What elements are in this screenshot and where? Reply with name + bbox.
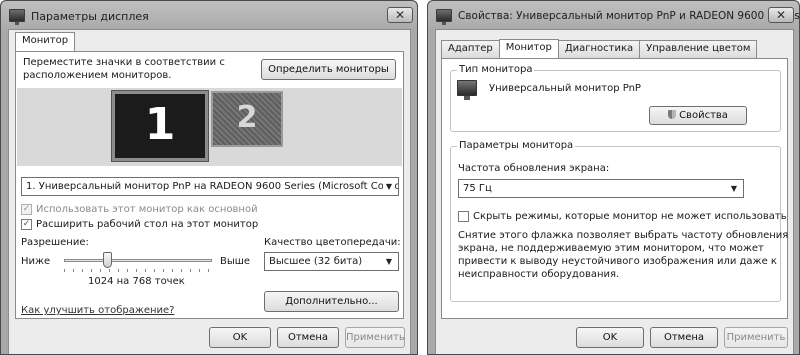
tab-strip: Монитор: [15, 32, 76, 51]
chevron-down-icon: ▼: [383, 178, 395, 195]
chevron-down-icon: ▼: [730, 184, 738, 193]
instructions-text-line1: Переместите значки в соответствии с: [23, 57, 225, 68]
cancel-button[interactable]: Отмена: [650, 327, 718, 348]
tab-color-management[interactable]: Управление цветом: [639, 40, 758, 58]
close-button[interactable]: ✕: [768, 7, 794, 23]
ok-button[interactable]: OK: [576, 327, 644, 348]
checkbox-primary-label: Использовать этот монитор как основной: [36, 204, 258, 215]
properties-button[interactable]: Свойства: [649, 106, 747, 125]
tab-monitor[interactable]: Монитор: [498, 39, 559, 58]
monitor-tab-page: Тип монитора Универсальный монитор PnP С…: [441, 58, 788, 319]
color-quality-label: Качество цветопередачи:: [264, 237, 401, 248]
window-client-area: Адаптер Монитор Диагностика Управление ц…: [435, 29, 794, 354]
display-settings-window: Параметры дисплея ✕ Монитор Переместите …: [0, 0, 418, 355]
monitor-icon: [457, 80, 477, 96]
slider-ticks: [64, 269, 212, 272]
monitor-select[interactable]: 1. Универсальный монитор PnP на RADEON 9…: [21, 177, 399, 196]
monitor-1-number: 1: [144, 99, 176, 150]
hide-modes-label: Скрыть режимы, которые монитор не может …: [473, 211, 787, 222]
ok-button[interactable]: OK: [209, 327, 271, 348]
identify-monitors-button[interactable]: Определить мониторы: [261, 59, 396, 80]
note-line-2: экрана, не поддерживаемую этим монитором…: [458, 243, 764, 254]
window-title: Параметры дисплея: [31, 10, 149, 23]
close-button[interactable]: ✕: [387, 7, 413, 23]
monitor-2-tile[interactable]: 2: [211, 91, 283, 147]
monitor-icon: [9, 9, 25, 25]
window-title: Свойства: Универсальный монитор PnP и RA…: [458, 10, 800, 22]
slider-thumb[interactable]: [103, 252, 112, 268]
refresh-rate-select[interactable]: 75 Гц ▼: [458, 179, 744, 198]
window-client-area: Монитор Переместите значки в соответстви…: [8, 29, 411, 354]
tab-adapter[interactable]: Адаптер: [441, 40, 500, 58]
title-bar[interactable]: Параметры дисплея ✕: [1, 1, 417, 31]
resolution-label: Разрешение:: [21, 237, 89, 248]
monitor-1-tile[interactable]: 1: [111, 90, 209, 162]
instructions-text-line2: расположением мониторов.: [23, 70, 172, 81]
monitor-stand-icon: [464, 96, 470, 100]
refresh-rate-label: Частота обновления экрана:: [458, 163, 610, 174]
refresh-rate-value: 75 Гц: [463, 183, 492, 194]
resolution-low-label: Ниже: [21, 256, 51, 267]
chevron-down-icon: ▼: [385, 257, 393, 266]
note-line-4: неисправности оборудования.: [458, 269, 620, 280]
slider-track: [64, 259, 212, 262]
monitor-settings-group-title: Параметры монитора: [457, 140, 576, 151]
cancel-button[interactable]: Отмена: [277, 327, 339, 348]
help-link[interactable]: Как улучшить отображение?: [21, 305, 175, 316]
checkbox-primary-monitor[interactable]: ✓: [21, 204, 32, 215]
apply-button[interactable]: Применить: [345, 327, 405, 348]
tab-monitor[interactable]: Монитор: [15, 32, 76, 51]
checkbox-hide-modes[interactable]: [458, 211, 469, 222]
color-quality-value: Высшее (32 бита): [269, 256, 363, 267]
advanced-button[interactable]: Дополнительно...: [264, 291, 399, 312]
monitor-tab-page: Переместите значки в соответствии с расп…: [15, 51, 404, 319]
monitor-settings-group: Параметры монитора Частота обновления эк…: [450, 140, 788, 302]
resolution-high-label: Выше: [220, 256, 251, 267]
monitor-type-group: Тип монитора Универсальный монитор PnP С…: [450, 64, 781, 132]
properties-button-label: Свойства: [679, 110, 728, 121]
tab-strip: Адаптер Монитор Диагностика Управление ц…: [441, 39, 758, 58]
monitor-icon: [436, 9, 452, 25]
resolution-slider[interactable]: [64, 252, 212, 272]
tab-diagnostics[interactable]: Диагностика: [557, 40, 641, 58]
monitor-2-number: 2: [236, 100, 258, 135]
checkbox-extend-desktop[interactable]: ✓: [21, 219, 32, 230]
checkbox-extend-label: Расширить рабочий стол на этот монитор: [36, 219, 259, 230]
note-line-1: Снятие этого флажка позволяет выбрать ча…: [458, 230, 789, 241]
note-line-3: привести к выводу неустойчивого изображе…: [458, 256, 777, 267]
monitor-type-group-title: Тип монитора: [457, 64, 535, 75]
monitor-arrangement-area: 1 2: [17, 88, 402, 166]
title-bar[interactable]: Свойства: Универсальный монитор PnP и RA…: [428, 1, 799, 31]
monitor-select-value: 1. Универсальный монитор PnP на RADEON 9…: [26, 181, 399, 192]
monitor-name: Универсальный монитор PnP: [489, 83, 641, 94]
color-quality-select[interactable]: Высшее (32 бита) ▼: [264, 252, 399, 271]
resolution-value: 1024 на 768 точек: [88, 276, 185, 287]
apply-button[interactable]: Применить: [724, 327, 788, 348]
monitor-properties-window: Свойства: Универсальный монитор PnP и RA…: [427, 0, 800, 355]
shield-icon: [668, 110, 677, 119]
